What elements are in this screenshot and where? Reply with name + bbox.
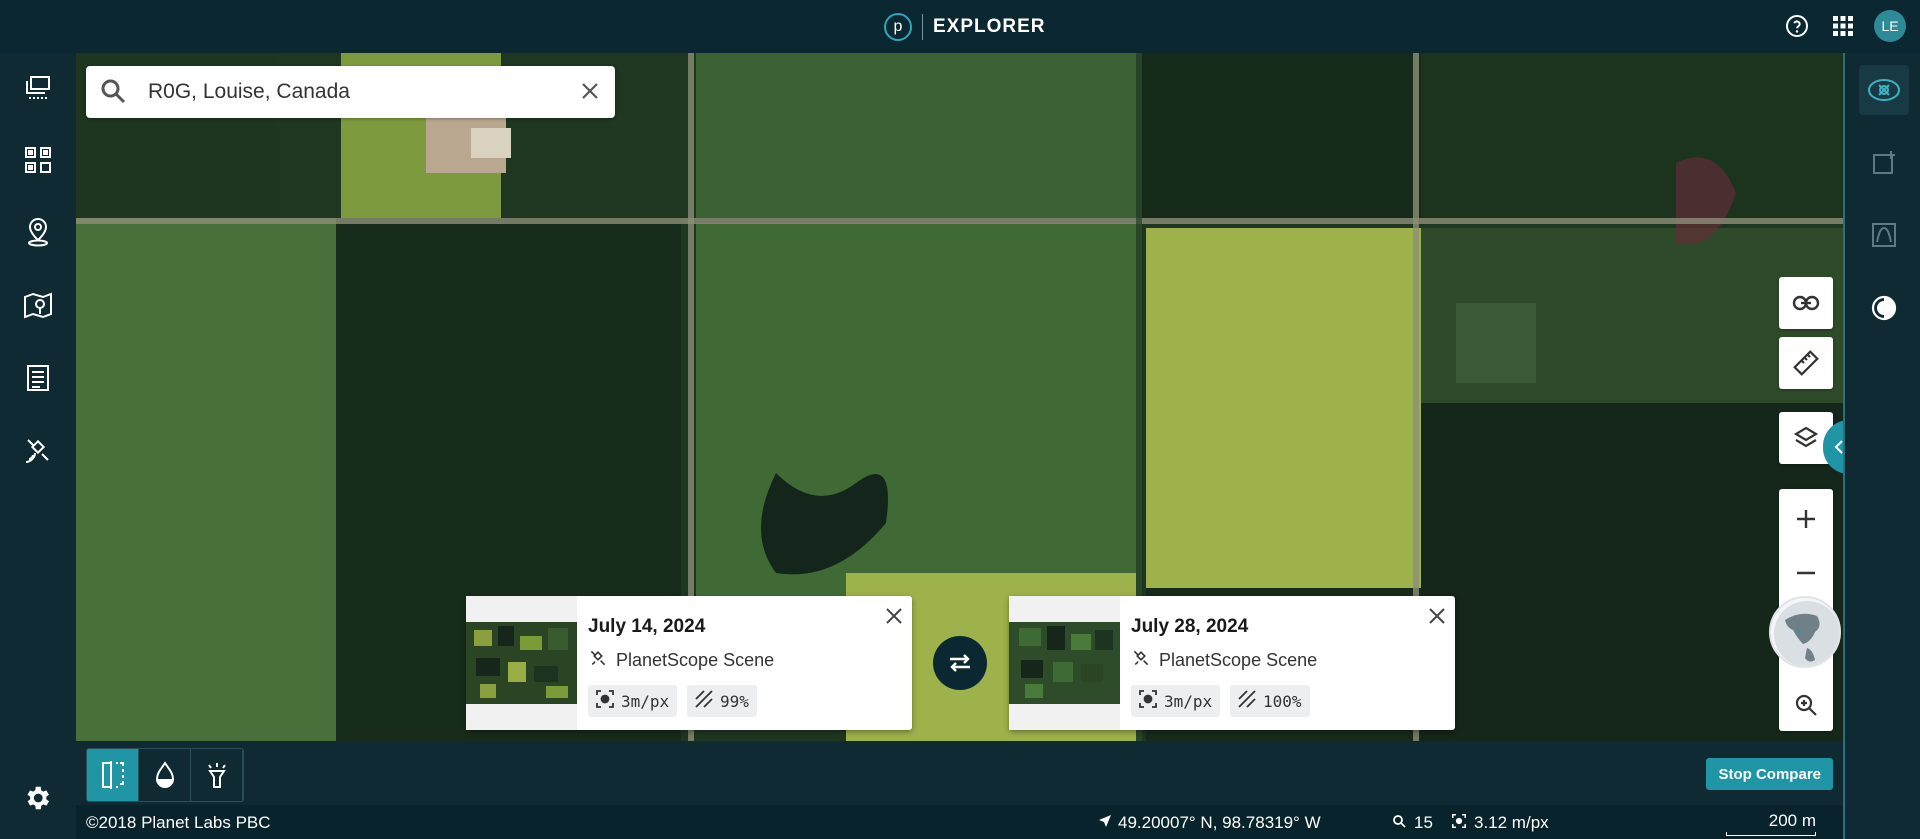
copyright-text: ©2018 Planet Labs PBC <box>86 813 271 832</box>
coverage-chip: 100% <box>1230 685 1310 717</box>
location-search-box[interactable]: R0G, Louise, Canada <box>86 66 615 118</box>
location-pin-icon[interactable] <box>20 214 56 250</box>
coverage-value: 99% <box>720 691 749 711</box>
scene-type: PlanetScope Scene <box>588 648 774 673</box>
compare-scenes-icon[interactable] <box>1859 65 1909 115</box>
gear-icon[interactable] <box>22 783 52 818</box>
satellite-icon <box>588 648 608 673</box>
scale-label: 200 m <box>1768 811 1816 830</box>
globe-icon[interactable] <box>1769 596 1841 668</box>
zoom-search-icon[interactable] <box>1779 679 1833 731</box>
planet-logo-icon: p <box>884 13 912 41</box>
brand-divider <box>922 14 923 40</box>
stop-compare-button[interactable]: Stop Compare <box>1706 758 1833 790</box>
resolution-readout: 3.12 m/px <box>1452 813 1549 833</box>
scene-thumbnail <box>1009 596 1120 730</box>
coverage-icon <box>1238 690 1256 712</box>
left-scene-card[interactable]: July 14, 2024 PlanetScope Scene 3m/px 99… <box>466 596 912 730</box>
resolution-value: 3m/px <box>1164 691 1213 711</box>
chart-icon[interactable] <box>1859 210 1909 260</box>
left-sidebar <box>0 53 76 839</box>
search-icon <box>1392 813 1406 833</box>
scene-thumbnail <box>466 596 577 730</box>
ruler-icon[interactable] <box>1779 337 1833 389</box>
zoom-out-icon[interactable] <box>1779 547 1833 599</box>
app-brand[interactable]: p EXPLORER <box>884 12 1046 42</box>
apps-grid-icon[interactable] <box>1828 11 1858 41</box>
top-bar: p EXPLORER LE <box>0 0 1920 53</box>
coverage-icon <box>695 690 713 712</box>
zoom-in-icon[interactable] <box>1779 493 1833 545</box>
resolution-value: 3.12 m/px <box>1474 813 1549 832</box>
drop-icon[interactable] <box>139 749 191 801</box>
zoom-level-readout: 15 <box>1392 813 1433 833</box>
notes-icon[interactable] <box>20 360 56 396</box>
satellite-icon[interactable] <box>20 432 56 468</box>
satellite-icon <box>1131 648 1151 673</box>
zoom-level-value: 15 <box>1414 813 1433 832</box>
close-icon[interactable] <box>1427 606 1447 631</box>
qr-grid-icon[interactable] <box>20 142 56 178</box>
navigation-arrow-icon <box>1098 813 1112 833</box>
add-image-icon[interactable] <box>1859 138 1909 188</box>
resolution-chip: 3m/px <box>588 685 678 717</box>
right-scene-card[interactable]: July 28, 2024 PlanetScope Scene 3m/px 10… <box>1009 596 1455 730</box>
scale-bar <box>1726 832 1816 836</box>
coordinates-value: 49.20007° N, 98.78319° W <box>1118 813 1321 832</box>
coordinates-readout: 49.20007° N, 98.78319° W <box>1098 813 1321 833</box>
map-pin-icon[interactable] <box>20 288 56 324</box>
split-view-icon[interactable] <box>87 749 139 801</box>
scene-date: July 14, 2024 <box>588 616 706 637</box>
scene-type: PlanetScope Scene <box>1131 648 1317 673</box>
stacks-icon[interactable] <box>20 70 56 106</box>
search-icon <box>100 78 126 109</box>
scene-date: July 28, 2024 <box>1131 616 1249 637</box>
compare-toolbar: Stop Compare <box>76 741 1843 805</box>
resolution-chip: 3m/px <box>1131 685 1221 717</box>
header-actions: LE <box>1782 10 1906 42</box>
search-input[interactable]: R0G, Louise, Canada <box>148 80 350 104</box>
close-icon[interactable] <box>579 80 601 107</box>
right-sidebar <box>1843 53 1920 839</box>
app-title: EXPLORER <box>933 16 1046 37</box>
resolution-icon <box>1452 813 1466 833</box>
compare-mode-group <box>86 748 244 802</box>
link-icon[interactable] <box>1779 277 1833 329</box>
swap-arrows-icon[interactable] <box>933 636 987 690</box>
status-bar: ©2018 Planet Labs PBC 49.20007° N, 98.78… <box>76 805 1843 839</box>
contrast-icon[interactable] <box>1859 283 1909 333</box>
scene-type-label: PlanetScope Scene <box>1159 650 1318 670</box>
help-circle-icon[interactable] <box>1782 11 1812 41</box>
resolution-icon <box>1139 690 1157 712</box>
scene-type-label: PlanetScope Scene <box>616 650 775 670</box>
resolution-value: 3m/px <box>621 691 670 711</box>
avatar[interactable]: LE <box>1874 10 1906 42</box>
flashlight-icon[interactable] <box>191 749 243 801</box>
resolution-icon <box>596 690 614 712</box>
coverage-value: 100% <box>1263 691 1302 711</box>
coverage-chip: 99% <box>687 685 757 717</box>
close-icon[interactable] <box>884 606 904 631</box>
